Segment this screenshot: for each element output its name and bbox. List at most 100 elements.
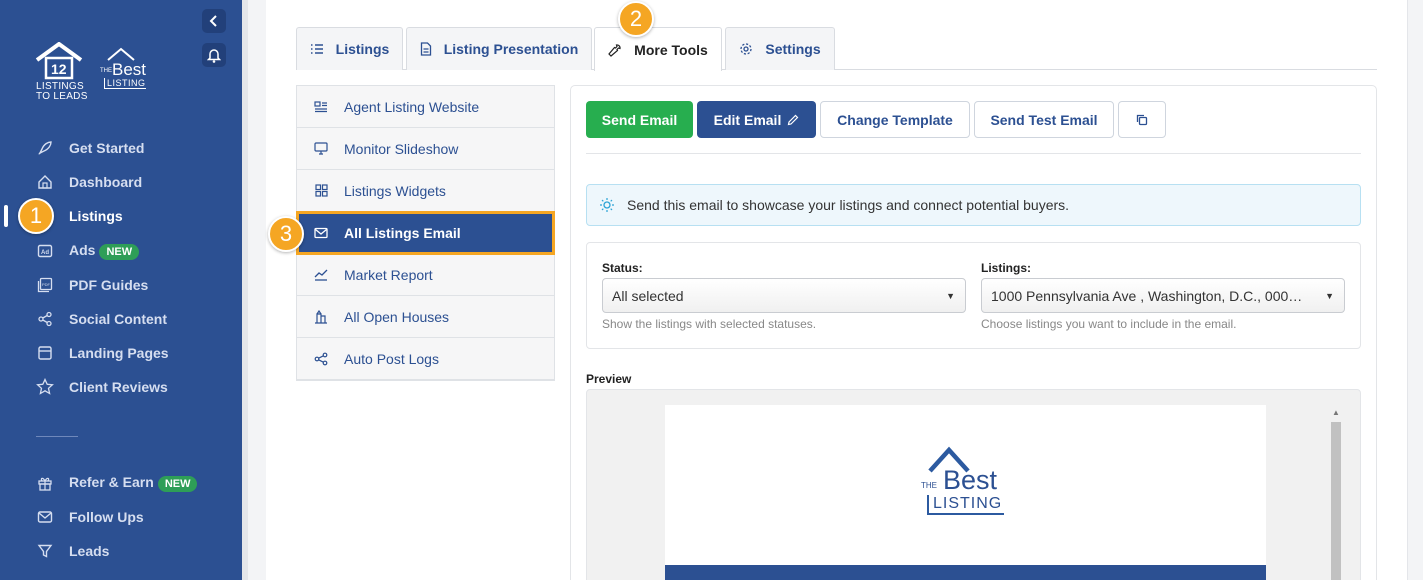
sidebar-item-ads[interactable]: Ad Ads NEW: [0, 236, 242, 266]
send-test-email-button[interactable]: Send Test Email: [974, 101, 1114, 138]
copy-button[interactable]: [1118, 101, 1166, 138]
svg-text:PDF: PDF: [42, 282, 51, 287]
svg-text:12: 12: [51, 61, 67, 77]
sidebar-item-label: Refer & Earn: [69, 474, 154, 491]
tab-listing-presentation[interactable]: Listing Presentation: [406, 27, 592, 70]
sidebar: 12 LISTINGS TO LEADS THE Best LISTING Ge…: [0, 0, 242, 580]
page-scrollbar[interactable]: [1407, 0, 1423, 580]
share-icon: [36, 310, 54, 328]
email-logo-the: THE: [921, 481, 937, 490]
menu-item-label: All Open Houses: [344, 308, 450, 325]
monitor-icon: [313, 141, 329, 157]
edit-email-button[interactable]: Edit Email: [697, 101, 816, 138]
gear-icon: [739, 42, 753, 56]
sidebar-item-label: Leads: [69, 543, 110, 559]
mail-icon: [313, 225, 329, 241]
notifications-button[interactable]: [202, 43, 226, 67]
sidebar-item-refer-earn[interactable]: Refer & Earn NEW: [0, 468, 242, 498]
home-icon: [36, 173, 54, 191]
preview-label: Preview: [586, 372, 632, 386]
copy-icon: [1136, 114, 1148, 125]
menu-item-label: Monitor Slideshow: [344, 140, 459, 157]
menu-item-label: Agent Listing Website: [344, 98, 480, 115]
collapse-sidebar-button[interactable]: [202, 9, 226, 33]
bell-icon: [207, 48, 221, 63]
tab-listings[interactable]: Listings: [296, 27, 403, 70]
menu-item-monitor-slideshow[interactable]: Monitor Slideshow: [297, 128, 554, 170]
tab-label: More Tools: [634, 41, 708, 58]
listings-select[interactable]: 1000 Pennsylvania Ave , Washington, D.C.…: [981, 278, 1345, 313]
document-icon: [420, 42, 432, 56]
menu-item-label: Auto Post Logs: [344, 350, 439, 367]
sidebar-item-label: Social Content: [69, 311, 168, 327]
lightbulb-icon: [599, 197, 615, 216]
sidebar-item-label: Landing Pages: [69, 345, 169, 361]
email-logo-best: Best: [943, 465, 998, 495]
change-template-button[interactable]: Change Template: [820, 101, 970, 138]
menu-item-label: All Listings Email: [344, 224, 461, 241]
step-badge-2: 2: [618, 1, 654, 37]
email-logo: THE Best LISTING: [921, 445, 1011, 525]
sidebar-item-label: Ads: [69, 242, 96, 259]
status-select[interactable]: All selected ▼: [602, 278, 966, 313]
svg-text:Ad: Ad: [41, 250, 49, 256]
the-best-listing-logo: THE Best LISTING: [100, 46, 156, 94]
email-header-band: [665, 565, 1266, 580]
caret-down-icon: ▼: [1325, 291, 1334, 301]
status-label: Status:: [602, 261, 643, 275]
preview-scrollbar[interactable]: ▲: [1329, 406, 1343, 580]
listings-help: Choose listings you want to include in t…: [981, 317, 1237, 331]
sidebar-item-label: Dashboard: [69, 174, 143, 190]
email-logo-listing: LISTING: [927, 495, 1005, 515]
new-badge: NEW: [157, 475, 198, 492]
wrench-icon: [608, 43, 622, 57]
tab-settings[interactable]: Settings: [725, 27, 835, 70]
menu-item-listings-widgets[interactable]: Listings Widgets: [297, 170, 554, 212]
tab-label: Listings: [335, 41, 390, 57]
rocket-icon: [36, 139, 54, 157]
menu-item-market-report[interactable]: Market Report: [297, 254, 554, 296]
sidebar-item-social-content[interactable]: Social Content: [0, 304, 242, 334]
edit-email-label: Edit Email: [713, 111, 782, 128]
sidebar-item-label: Client Reviews: [69, 379, 168, 395]
email-canvas: THE Best LISTING: [665, 405, 1266, 580]
send-email-button[interactable]: Send Email: [586, 101, 693, 138]
sidebar-item-pdf-guides[interactable]: PDF PDF Guides: [0, 270, 242, 300]
sidebar-item-landing-pages[interactable]: Landing Pages: [0, 338, 242, 368]
menu-item-all-listings-email[interactable]: All Listings Email: [296, 211, 555, 255]
mail-icon: [36, 508, 54, 526]
active-indicator: [4, 205, 8, 227]
new-badge: NEW: [99, 243, 140, 260]
list-icon: [310, 43, 324, 55]
menu-item-auto-post-logs[interactable]: Auto Post Logs: [297, 338, 554, 380]
menu-item-agent-listing-website[interactable]: Agent Listing Website: [297, 86, 554, 128]
sidebar-item-label: PDF Guides: [69, 277, 149, 293]
menu-item-label: Listings Widgets: [344, 182, 446, 199]
sidebar-item-label: Listings: [69, 208, 123, 224]
menu-item-all-open-houses[interactable]: All Open Houses: [297, 296, 554, 338]
caret-down-icon: ▼: [946, 291, 955, 301]
sidebar-item-leads[interactable]: Leads: [0, 536, 242, 566]
sidebar-item-get-started[interactable]: Get Started: [0, 133, 242, 163]
content-gutter: [248, 0, 266, 580]
filter-icon: [36, 542, 54, 560]
tab-more-tools[interactable]: More Tools: [594, 27, 722, 71]
email-preview: THE Best LISTING ▲: [586, 389, 1361, 580]
toolbar-divider: [586, 153, 1361, 154]
ad-icon: Ad: [36, 242, 54, 260]
chevron-left-icon: [209, 15, 217, 27]
sidebar-item-dashboard[interactable]: Dashboard: [0, 167, 242, 197]
browser-icon: [36, 344, 54, 362]
star-icon: [36, 378, 54, 396]
scroll-up-arrow-icon[interactable]: ▲: [1332, 408, 1340, 417]
filters-box: Status: All selected ▼ Show the listings…: [586, 242, 1361, 349]
sidebar-item-follow-ups[interactable]: Follow Ups: [0, 502, 242, 532]
more-tools-menu: Agent Listing Website Monitor Slideshow …: [296, 85, 555, 381]
status-help: Show the listings with selected statuses…: [602, 317, 817, 331]
preview-scroll-thumb[interactable]: [1331, 422, 1341, 580]
share-icon: [313, 351, 329, 367]
listings-select-value: 1000 Pennsylvania Ave , Washington, D.C.…: [991, 287, 1309, 304]
pencil-icon: [788, 114, 799, 125]
sidebar-item-client-reviews[interactable]: Client Reviews: [0, 372, 242, 402]
step-badge-3: 3: [268, 216, 304, 252]
